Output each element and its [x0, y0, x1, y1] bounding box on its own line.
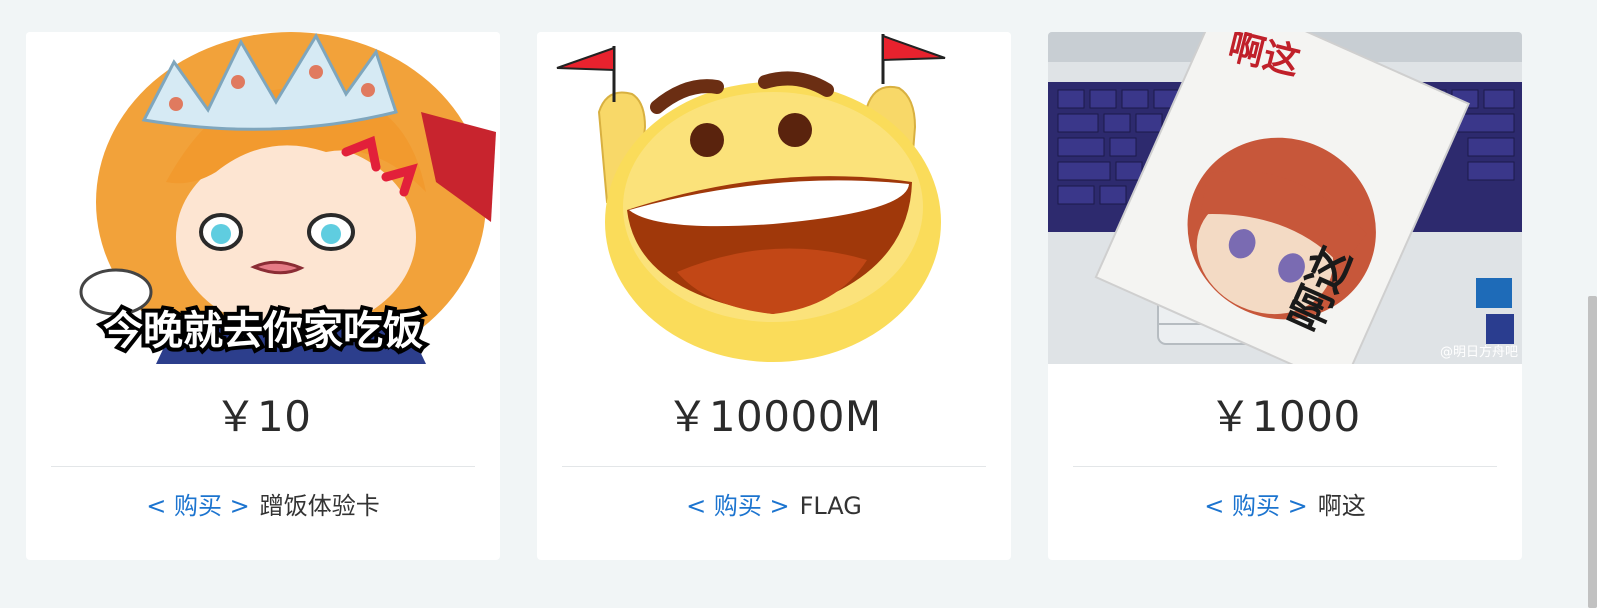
divider: [562, 466, 986, 467]
product-card: 今晚就去你家吃饭 ￥10 < 购买 > 蹭饭体验卡: [26, 32, 500, 560]
product-image: [537, 32, 1011, 364]
card-footer: < 购买 > 啊这: [1048, 488, 1522, 524]
image-watermark: @明日方舟吧: [1440, 344, 1518, 360]
product-card: 啊这 啊这 @明日方舟吧 ￥1000 < 购买 > 啊这: [1048, 32, 1522, 560]
price-label: ￥10000M: [666, 392, 882, 441]
buy-link[interactable]: < 购买 >: [686, 492, 789, 520]
buy-link[interactable]: < 购买 >: [146, 492, 249, 520]
divider: [1073, 466, 1497, 467]
divider: [51, 466, 475, 467]
product-name: 啊这: [1317, 492, 1366, 520]
card-footer: < 购买 > FLAG: [537, 488, 1011, 524]
card-footer: < 购买 > 蹭饭体验卡: [26, 488, 500, 524]
product-card: ￥10000M < 购买 > FLAG: [537, 32, 1011, 560]
product-image: 啊这 啊这 @明日方舟吧: [1048, 32, 1522, 364]
price-label: ￥1000: [1209, 392, 1361, 441]
scrollbar-thumb[interactable]: [1588, 296, 1597, 608]
buy-link[interactable]: < 购买 >: [1204, 492, 1307, 520]
product-image: 今晚就去你家吃饭: [26, 32, 500, 364]
price-label: ￥10: [214, 392, 312, 441]
product-name: 蹭饭体验卡: [259, 492, 380, 520]
product-name: FLAG: [799, 492, 862, 520]
image-caption: 今晚就去你家吃饭: [103, 308, 423, 354]
